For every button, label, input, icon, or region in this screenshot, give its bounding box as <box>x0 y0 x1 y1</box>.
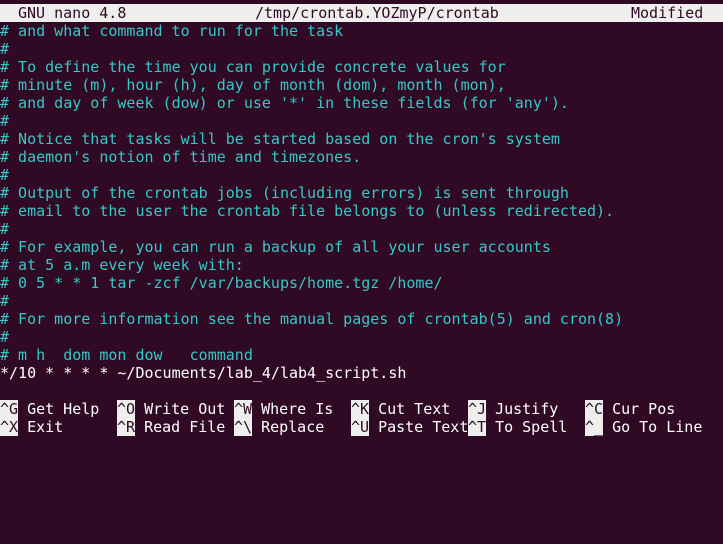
shortcut-key: ^G <box>0 400 19 418</box>
editor-line[interactable]: # <box>0 328 9 346</box>
nano-title-bar: GNU nano 4.8 /tmp/crontab.YOZmyP/crontab… <box>0 4 723 22</box>
shortcut-label: Write Out <box>144 400 226 418</box>
shortcut-label: Cur Pos <box>612 400 676 418</box>
shortcut-to-spell[interactable]: ^T To Spell <box>468 418 567 436</box>
shortcut-where-is[interactable]: ^W Where Is <box>234 400 333 418</box>
editor-line[interactable]: # For example, you can run a backup of a… <box>0 238 551 256</box>
shortcut-justify[interactable]: ^J Justify <box>468 400 558 418</box>
shortcut-read-file[interactable]: ^R Read File <box>117 418 225 436</box>
editor-line[interactable]: # at 5 a.m every week with: <box>0 256 244 274</box>
shortcut-label: To Spell <box>495 418 568 436</box>
shortcut-go-to-line[interactable]: ^_ Go To Line <box>585 418 702 436</box>
editor-line[interactable]: # and what command to run for the task <box>0 22 343 40</box>
shortcut-label: Paste Text <box>378 418 469 436</box>
modified-status: Modified <box>631 4 704 22</box>
shortcut-key: ^T <box>468 418 487 436</box>
editor-line[interactable]: # For more information see the manual pa… <box>0 310 623 328</box>
shortcut-key: ^X <box>0 418 19 436</box>
editor-line[interactable]: # and day of week (dow) or use '*' in th… <box>0 94 569 112</box>
shortcut-bar-bottom: ^X Exit ^R Read File ^\ Replace ^U Paste Tex… <box>0 418 723 436</box>
shortcut-label: Go To Line <box>612 418 703 436</box>
shortcut-get-help[interactable]: ^G Get Help <box>0 400 99 418</box>
shortcut-label: Read File <box>144 418 226 436</box>
editor-line[interactable]: # <box>0 220 9 238</box>
shortcut-label: Cut Text <box>378 400 451 418</box>
shortcut-key: ^R <box>117 418 136 436</box>
shortcut-label: Where Is <box>261 400 334 418</box>
editor-line[interactable]: # daemon's notion of time and timezones. <box>0 148 361 166</box>
shortcut-cur-pos[interactable]: ^C Cur Pos <box>585 400 675 418</box>
shortcut-key: ^\ <box>234 418 253 436</box>
editor-line[interactable]: # <box>0 40 9 58</box>
editor-line[interactable]: # m h dom mon dow command <box>0 346 253 364</box>
cron-job-line[interactable]: */10 * * * * ~/Documents/lab_4/lab4_scri… <box>0 364 406 382</box>
editor-line[interactable]: # email to the user the crontab file bel… <box>0 202 614 220</box>
shortcut-replace[interactable]: ^\ Replace <box>234 418 324 436</box>
shortcut-key: ^U <box>351 418 370 436</box>
shortcut-key: ^C <box>585 400 604 418</box>
shortcut-label: Get Help <box>27 400 100 418</box>
editor-line[interactable]: # To define the time you can provide con… <box>0 58 506 76</box>
editor-line[interactable]: # <box>0 112 9 130</box>
shortcut-bar-top: ^G Get Help ^O Write Out ^W Where Is ^K Cut … <box>0 400 723 418</box>
shortcut-key: ^O <box>117 400 136 418</box>
shortcut-key: ^W <box>234 400 253 418</box>
shortcut-label: Exit <box>27 418 64 436</box>
shortcut-exit[interactable]: ^X Exit <box>0 418 63 436</box>
app-version: GNU nano 4.8 <box>18 4 127 22</box>
editor-line[interactable]: # Notice that tasks will be started base… <box>0 130 560 148</box>
shortcut-cut-text[interactable]: ^K Cut Text <box>351 400 450 418</box>
editor-line[interactable]: # <box>0 166 9 184</box>
shortcut-paste-text[interactable]: ^U Paste Text <box>351 418 468 436</box>
shortcut-write-out[interactable]: ^O Write Out <box>117 400 225 418</box>
shortcut-key: ^_ <box>585 418 604 436</box>
editor-line[interactable]: # <box>0 292 9 310</box>
editor-line[interactable]: # 0 5 * * 1 tar -zcf /var/backups/home.t… <box>0 274 443 292</box>
shortcut-key: ^J <box>468 400 487 418</box>
editor-line[interactable]: # minute (m), hour (h), day of month (do… <box>0 76 506 94</box>
editor-line[interactable]: # Output of the crontab jobs (including … <box>0 184 569 202</box>
file-path: /tmp/crontab.YOZmyP/crontab <box>255 4 499 22</box>
shortcut-label: Justify <box>495 400 559 418</box>
shortcut-key: ^K <box>351 400 370 418</box>
shortcut-label: Replace <box>261 418 325 436</box>
